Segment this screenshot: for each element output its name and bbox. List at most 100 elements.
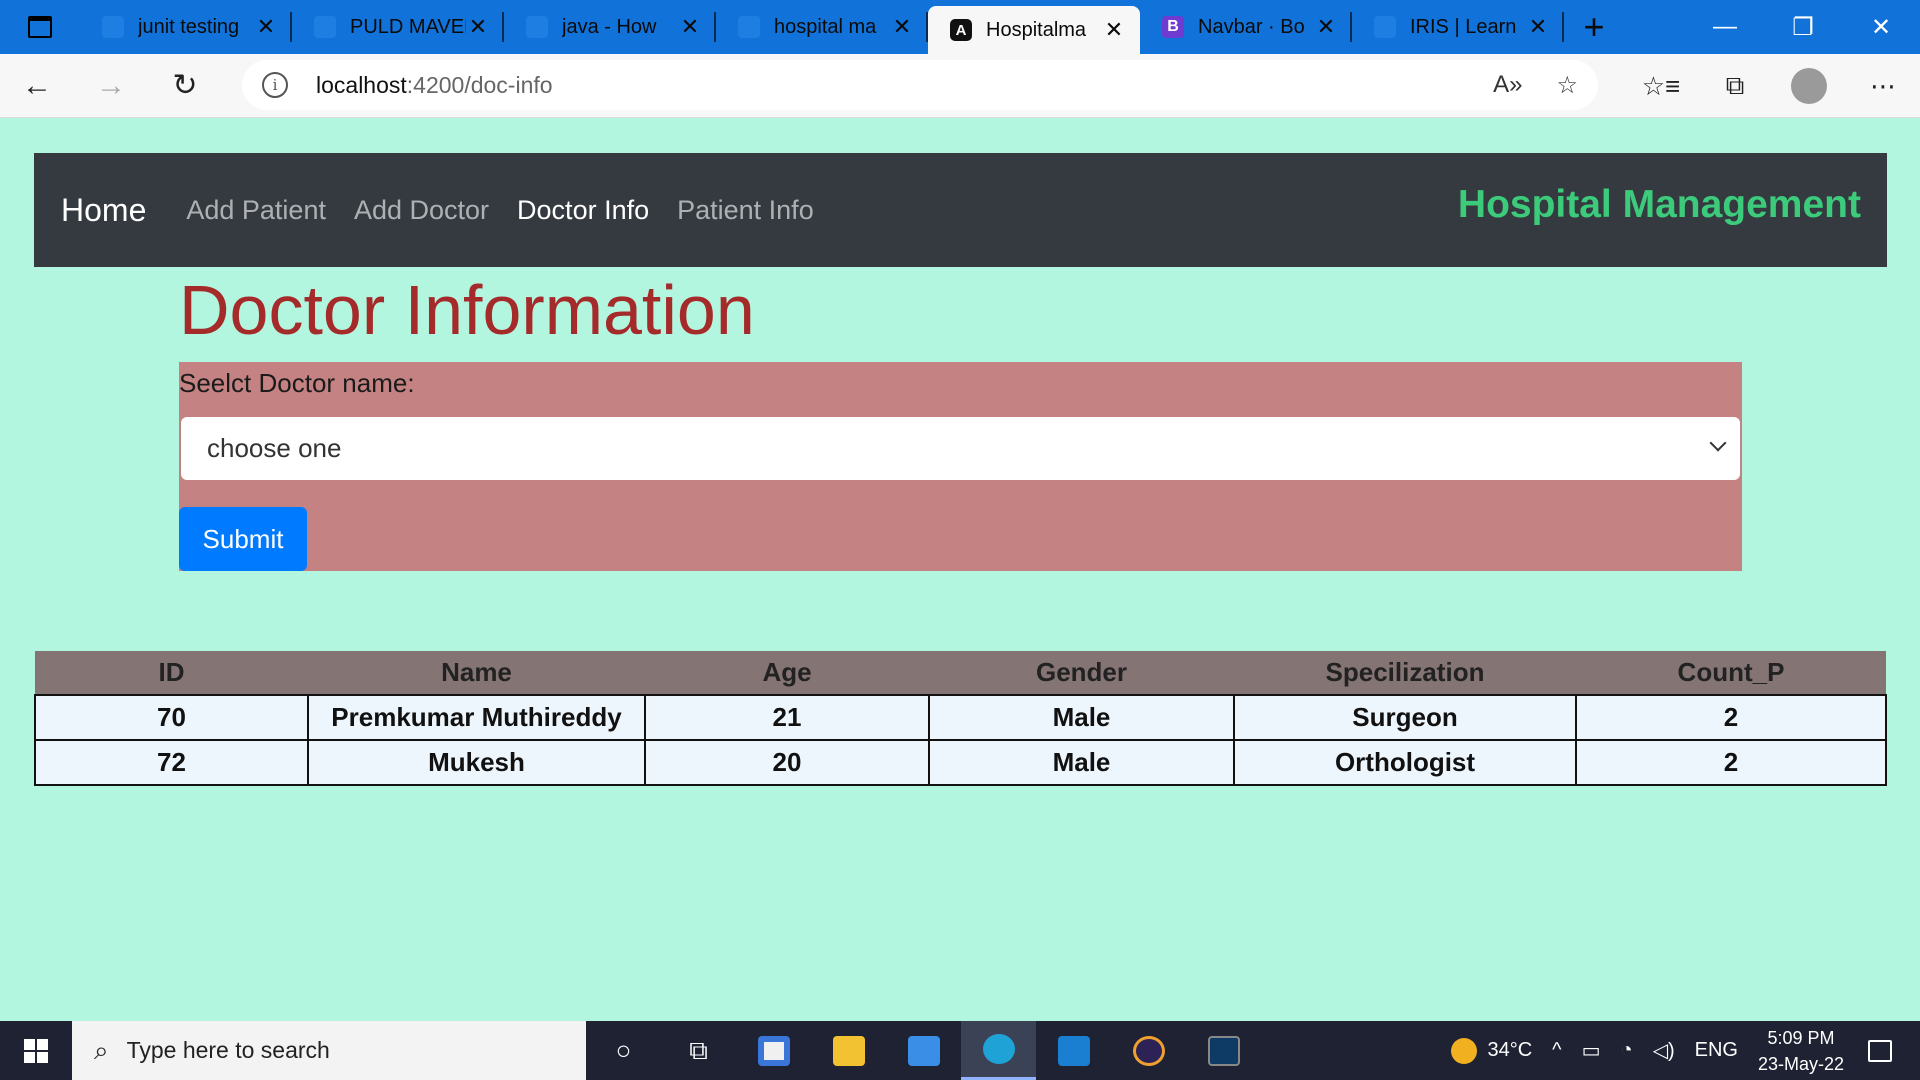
table-cell: Male: [928, 739, 1235, 786]
table-header-row: ID Name Age Gender Specilization Count_P: [35, 651, 1886, 695]
browser-tab[interactable]: B Navbar · Bo ✕: [1140, 0, 1352, 54]
close-tab-icon[interactable]: ✕: [1526, 14, 1550, 40]
clock[interactable]: 5:09 PM 23-May-22: [1758, 1025, 1844, 1077]
table-cell: Surgeon: [1233, 694, 1577, 741]
browser-tab[interactable]: hospital ma ✕: [716, 0, 928, 54]
app-navbar: Home Add Patient Add Doctor Doctor Info …: [34, 153, 1887, 267]
search-icon: ⌕: [94, 1034, 109, 1065]
new-tab-button[interactable]: +: [1564, 0, 1624, 54]
language-indicator[interactable]: ENG: [1695, 1039, 1738, 1062]
windows-logo-icon: [24, 1038, 48, 1063]
tray-expand-icon[interactable]: ^: [1552, 1039, 1561, 1062]
tab-title: Navbar · Bo: [1198, 15, 1305, 38]
doctor-select-form: Seelct Doctor name: choose one Submit: [179, 362, 1742, 571]
close-tab-icon[interactable]: ✕: [466, 14, 490, 40]
doctor-select-value: choose one: [207, 433, 342, 463]
search-placeholder: Type here to search: [126, 1037, 330, 1063]
column-header: Gender: [929, 651, 1234, 695]
store-icon[interactable]: [736, 1021, 811, 1080]
page-heading: Doctor Information: [179, 271, 755, 349]
table-cell: 20: [644, 739, 930, 786]
cortana-icon[interactable]: ○: [586, 1021, 661, 1080]
close-tab-icon[interactable]: ✕: [1102, 17, 1126, 43]
browser-tab-strip: junit testing ✕ PULD MAVEN ✕ java - How ✕ h…: [0, 0, 1920, 54]
eclipse-icon[interactable]: [1111, 1021, 1186, 1080]
column-header: Specilization: [1234, 651, 1576, 695]
nav-home-link[interactable]: Home: [61, 192, 146, 229]
browser-tab-active[interactable]: A Hospitalma ✕: [928, 6, 1140, 54]
mail-icon[interactable]: [886, 1021, 961, 1080]
forward-button[interactable]: →: [74, 54, 148, 118]
close-tab-icon[interactable]: ✕: [1314, 14, 1338, 40]
close-tab-icon[interactable]: ✕: [678, 14, 702, 40]
clock-time: 5:09 PM: [1767, 1027, 1835, 1048]
add-favorite-icon[interactable]: ☆: [1556, 71, 1578, 100]
chevron-down-icon: [1709, 434, 1727, 452]
table-row: 70 Premkumar Muthireddy 21 Male Surgeon …: [34, 694, 1887, 741]
browser-tab[interactable]: PULD MAVEN ✕: [292, 0, 504, 54]
tab-actions-button[interactable]: [0, 0, 80, 54]
volume-icon[interactable]: ◁): [1653, 1038, 1675, 1063]
task-view-icon[interactable]: ⧉: [661, 1021, 736, 1080]
windows-taskbar: ⌕ Type here to search ○ ⧉ 34°C ^ ▭ ◔ ◁) …: [0, 1021, 1920, 1080]
table-cell: 70: [34, 694, 309, 741]
tab-title: hospital ma: [774, 15, 877, 38]
minimize-icon[interactable]: —: [1686, 0, 1764, 54]
temperature[interactable]: 34°C: [1487, 1039, 1532, 1062]
tab-favicon-icon: [1374, 16, 1396, 38]
nav-add-doctor-link[interactable]: Add Doctor: [354, 195, 489, 226]
submit-button[interactable]: Submit: [179, 507, 307, 571]
more-menu-icon[interactable]: ⋯: [1846, 71, 1920, 102]
doctor-table: ID Name Age Gender Specilization Count_P…: [34, 651, 1887, 786]
close-window-icon[interactable]: ✕: [1842, 0, 1920, 54]
column-header: Count_P: [1576, 651, 1886, 695]
network-icon[interactable]: ◔: [1620, 1039, 1632, 1062]
collections-icon[interactable]: ⧉: [1698, 70, 1772, 102]
tab-title: Hospitalma: [986, 18, 1087, 41]
app-title: Hospital Management: [1457, 183, 1861, 226]
browser-tab[interactable]: java - How ✕: [504, 0, 716, 54]
nav-patient-info-link[interactable]: Patient Info: [677, 195, 814, 226]
window-controls: — ❐ ✕: [1686, 0, 1920, 54]
tab-favicon-icon: [102, 16, 124, 38]
profile-avatar[interactable]: [1791, 68, 1827, 104]
url-path: :4200/doc-info: [406, 71, 553, 98]
angular-icon: A: [950, 19, 972, 41]
table-cell: 72: [34, 739, 309, 786]
vscode-icon[interactable]: [1036, 1021, 1111, 1080]
url-field[interactable]: i localhost:4200/doc-info A» ☆: [242, 60, 1598, 110]
refresh-button[interactable]: ↻: [148, 54, 222, 118]
read-aloud-icon[interactable]: A»: [1493, 71, 1522, 100]
column-header: ID: [35, 651, 308, 695]
bootstrap-icon: B: [1162, 16, 1184, 38]
close-tab-icon[interactable]: ✕: [890, 14, 914, 40]
tab-actions-icon: [28, 16, 52, 38]
tab-title: PULD MAVEN: [350, 15, 466, 38]
back-button[interactable]: ←: [0, 54, 74, 118]
restore-icon[interactable]: ❐: [1764, 0, 1842, 54]
nav-doctor-info-link[interactable]: Doctor Info: [517, 195, 649, 226]
browser-tab[interactable]: junit testing ✕: [80, 0, 292, 54]
nav-add-patient-link[interactable]: Add Patient: [186, 195, 326, 226]
notification-icon[interactable]: [1868, 1039, 1892, 1062]
table-cell: 2: [1575, 694, 1887, 741]
url-host: localhost: [316, 71, 407, 98]
column-header: Name: [308, 651, 645, 695]
edge-icon[interactable]: [961, 1021, 1036, 1080]
site-info-icon[interactable]: i: [262, 72, 288, 98]
table-cell: Male: [928, 694, 1235, 741]
table-row: 72 Mukesh 20 Male Orthologist 2: [34, 739, 1887, 786]
taskbar-search-box[interactable]: ⌕ Type here to search: [72, 1021, 586, 1080]
table-cell: Premkumar Muthireddy: [307, 694, 646, 741]
browser-tab[interactable]: IRIS | Learn ✕: [1352, 0, 1564, 54]
table-cell: 2: [1575, 739, 1887, 786]
favorites-icon[interactable]: ☆≡: [1624, 71, 1698, 102]
close-tab-icon[interactable]: ✕: [254, 14, 278, 40]
file-explorer-icon[interactable]: [811, 1021, 886, 1080]
start-button[interactable]: [0, 1021, 72, 1080]
mysql-icon[interactable]: [1186, 1021, 1261, 1080]
battery-icon[interactable]: ▭: [1582, 1038, 1601, 1063]
weather-icon[interactable]: [1451, 1037, 1478, 1064]
address-bar-row: ← → ↻ i localhost:4200/doc-info A» ☆ ☆≡ …: [0, 54, 1920, 118]
doctor-select-dropdown[interactable]: choose one: [181, 417, 1740, 480]
